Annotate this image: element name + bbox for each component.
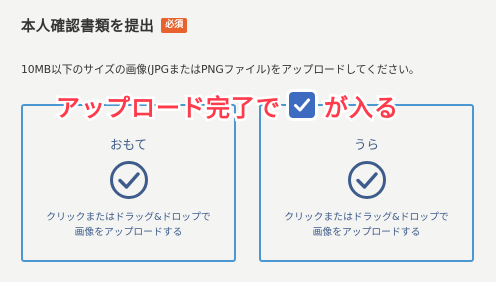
section-title: 本人確認書類を提出: [21, 18, 155, 35]
instruction-line: クリックまたはドラッグ&ドロップで: [284, 212, 449, 223]
upload-description: 10MB以下のサイズの画像(JPGまたはPNGファイル)をアップロードしてくださ…: [21, 63, 420, 76]
card-back-label: うら: [353, 137, 379, 152]
card-back-instruction: クリックまたはドラッグ&ドロップで 画像をアップロードする: [261, 210, 472, 240]
card-front-label: おもて: [109, 137, 147, 152]
upload-card-back[interactable]: うら クリックまたはドラッグ&ドロップで 画像をアップロードする: [259, 104, 474, 262]
check-circle-icon: [347, 161, 386, 199]
checkbox-checked-icon: [289, 92, 315, 118]
instruction-line: 画像をアップロードする: [312, 227, 421, 238]
required-badge: 必須: [161, 17, 188, 33]
section-header: 本人確認書類を提出 必須: [21, 13, 188, 37]
annotation-text-after: が入る: [322, 91, 401, 124]
check-circle-icon: [109, 161, 148, 199]
instruction-line: 画像をアップロードする: [74, 227, 183, 238]
annotation-text-before: アップロード完了で: [54, 91, 283, 124]
upload-card-front[interactable]: おもて クリックまたはドラッグ&ドロップで 画像をアップロードする: [21, 104, 236, 262]
card-front-instruction: クリックまたはドラッグ&ドロップで 画像をアップロードする: [23, 210, 234, 240]
annotation-overlay: アップロード完了で が入る: [54, 87, 401, 124]
instruction-line: クリックまたはドラッグ&ドロップで: [46, 212, 211, 223]
